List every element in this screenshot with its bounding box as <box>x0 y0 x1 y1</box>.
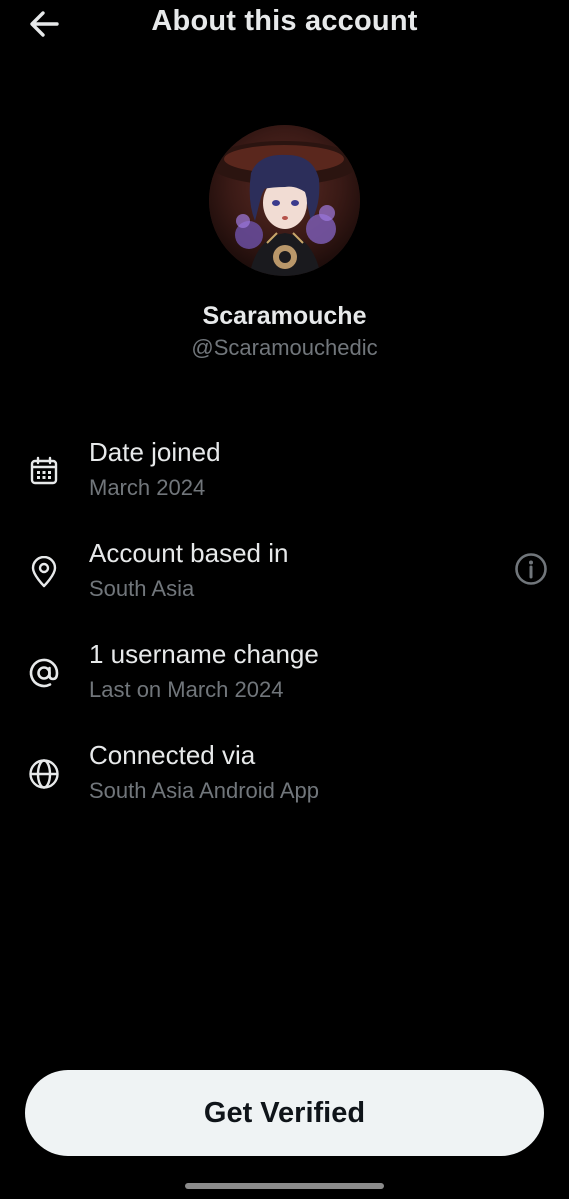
info-button[interactable] <box>512 550 550 588</box>
connected-via-row: Connected via South Asia Android App <box>0 740 569 820</box>
location-pin-icon <box>26 554 62 590</box>
date-joined-row: Date joined March 2024 <box>0 437 569 517</box>
account-based-in-row: Account based in South Asia <box>0 538 569 618</box>
account-based-in-value: South Asia <box>89 576 195 601</box>
globe-icon <box>26 756 62 792</box>
get-verified-button[interactable]: Get Verified <box>25 1070 544 1156</box>
username-handle: @Scaramouchedic <box>191 335 378 360</box>
get-verified-label: Get Verified <box>203 1096 366 1129</box>
date-joined-value: March 2024 <box>89 475 206 500</box>
home-indicator[interactable] <box>185 1183 384 1189</box>
at-sign-icon <box>26 655 62 691</box>
info-icon <box>515 553 547 585</box>
username-change-row: 1 username change Last on March 2024 <box>0 639 569 719</box>
avatar[interactable] <box>209 125 360 276</box>
username-change-label: 1 username change <box>89 639 319 669</box>
header-bar: About this account <box>0 0 569 50</box>
account-based-in-label: Account based in <box>89 538 289 568</box>
username-change-value: Last on March 2024 <box>89 677 284 702</box>
connected-via-value: South Asia Android App <box>89 778 319 803</box>
page-title: About this account <box>151 5 418 37</box>
avatar-image <box>209 125 360 276</box>
calendar-icon <box>26 453 62 489</box>
date-joined-label: Date joined <box>89 437 221 467</box>
connected-via-label: Connected via <box>89 740 256 770</box>
display-name: Scaramouche <box>202 302 367 330</box>
